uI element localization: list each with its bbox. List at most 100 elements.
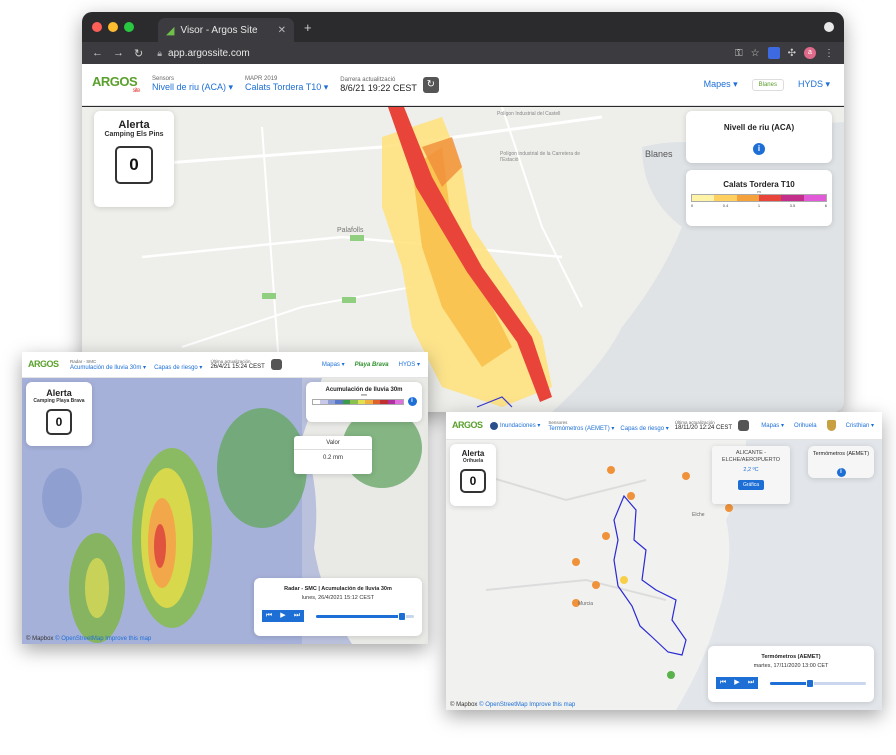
thermo-layers-select[interactable]: Capas de riesgo ▾ bbox=[620, 420, 668, 432]
radar-hyds-menu[interactable]: HYDS ▾ bbox=[399, 361, 420, 368]
radar-player-title: Radar - SMC | Acumulación de lluvia 30m bbox=[284, 586, 392, 592]
radar-time-slider[interactable] bbox=[316, 611, 414, 621]
browser-tab[interactable]: ◢ Visor - Argos Site ✕ bbox=[158, 18, 294, 42]
legend-swatch bbox=[803, 195, 826, 201]
thermo-layer-menu[interactable]: Inundaciones ▾ bbox=[490, 421, 541, 430]
thermo-attrib-osm[interactable]: © OpenStreetMap bbox=[479, 702, 527, 708]
thermo-time-slider[interactable] bbox=[770, 678, 866, 688]
radar-legend-swatch bbox=[365, 399, 373, 404]
thermo-skip-back-icon[interactable]: ⏮ bbox=[716, 677, 730, 689]
thermo-info-wrap: i bbox=[808, 460, 874, 478]
reload-icon[interactable]: ↻ bbox=[134, 47, 143, 60]
alert-count[interactable]: 0 bbox=[115, 146, 153, 184]
thermo-player-panel: Termómetros (AEMET) martes, 17/11/2020 1… bbox=[708, 646, 874, 702]
radar-legend-swatch bbox=[395, 399, 403, 404]
thermo-attribution: © Mapbox © OpenStreetMap Improve this ma… bbox=[450, 702, 575, 708]
thermo-slider-knob[interactable] bbox=[806, 678, 815, 688]
radar-player-controls: ⏮ ▶ ⏭ bbox=[262, 610, 414, 622]
radar-legend-swatch bbox=[327, 399, 335, 404]
skip-forward-icon[interactable]: ⏭ bbox=[290, 610, 304, 622]
radar-slider-knob[interactable] bbox=[398, 611, 407, 621]
legend-color-bar bbox=[691, 194, 827, 202]
puzzle-icon[interactable]: ✣ bbox=[788, 48, 796, 59]
thermo-layer-label: Inundaciones ▾ bbox=[500, 423, 541, 429]
play-icon[interactable]: ▶ bbox=[276, 610, 290, 622]
radar-sensor-value: Acumulación de lluvia 30m ▾ bbox=[70, 364, 147, 371]
thermo-attrib-mapbox[interactable]: © Mapbox bbox=[450, 702, 477, 708]
coat-of-arms-icon bbox=[826, 420, 836, 431]
more-menu-icon[interactable]: ⋮ bbox=[824, 48, 834, 59]
maps-menu[interactable]: Mapes ▾ bbox=[704, 79, 738, 90]
thermo-sensor-panel-title: Termómetros (AEMET) bbox=[812, 451, 870, 457]
thermo-alert-count[interactable]: 0 bbox=[460, 469, 486, 493]
thermo-attrib-improve[interactable]: Improve this map bbox=[529, 702, 575, 708]
thermometer-map[interactable]: Elche Murcia Alerta Orihuela 0 ALICANTE … bbox=[446, 440, 882, 710]
legend-tick: 6 bbox=[824, 203, 827, 208]
key-icon[interactable]: ⚿ bbox=[735, 48, 743, 59]
thermo-skip-forward-icon[interactable]: ⏭ bbox=[744, 677, 758, 689]
thermo-play-icon[interactable]: ▶ bbox=[730, 677, 744, 689]
minimize-window-icon[interactable] bbox=[108, 22, 118, 32]
radar-legend-swatch bbox=[320, 399, 328, 404]
radar-layers-select[interactable]: Capas de riesgo ▾ bbox=[154, 359, 202, 371]
sensor-info-wrap: i bbox=[686, 138, 832, 156]
thermo-maps-menu[interactable]: Mapas ▾ bbox=[761, 422, 784, 429]
skip-back-icon[interactable]: ⏮ bbox=[262, 610, 276, 622]
radar-player-panel: Radar - SMC | Acumulación de lluvia 30m … bbox=[254, 578, 422, 636]
url-text: app.argossite.com bbox=[168, 47, 250, 59]
graph-button[interactable]: Gráfica bbox=[737, 480, 765, 491]
tab-close-icon[interactable]: ✕ bbox=[278, 25, 286, 36]
place-label-poligon-carretera: Polígon industrial de la Carretera de l'… bbox=[500, 151, 581, 163]
client-logo: Blanes bbox=[751, 78, 784, 91]
thermo-refresh-button[interactable] bbox=[738, 420, 750, 431]
legend-tick: 1 bbox=[757, 203, 761, 208]
forward-arrow-icon[interactable]: → bbox=[113, 47, 124, 59]
radar-legend-swatch bbox=[357, 399, 365, 404]
radar-attrib-mapbox[interactable]: © Mapbox bbox=[26, 636, 53, 642]
thermo-player-controls: ⏮ ▶ ⏭ bbox=[716, 677, 866, 689]
radar-alert-location: Camping Playa Brava bbox=[33, 398, 85, 404]
radar-map[interactable]: Alerta Camping Playa Brava 0 Acumulación… bbox=[22, 378, 428, 644]
maximize-window-icon[interactable] bbox=[124, 22, 134, 32]
radar-alert-panel: Alerta Camping Playa Brava 0 bbox=[26, 382, 92, 446]
back-arrow-icon[interactable]: ← bbox=[92, 47, 103, 59]
user-menu[interactable]: Cristhian ▾ bbox=[846, 422, 874, 429]
thermo-info-icon[interactable]: i bbox=[836, 468, 846, 477]
info-icon[interactable]: i bbox=[753, 143, 765, 155]
thermo-layers-value: Capas de riesgo ▾ bbox=[620, 425, 669, 432]
thermo-sensor-select[interactable]: Sensores Termómetros (AEMET) ▾ bbox=[548, 420, 614, 432]
star-icon[interactable]: ☆ bbox=[751, 48, 760, 59]
thermo-player-title: Termómetros (AEMET) bbox=[761, 654, 821, 660]
radar-attribution: © Mapbox © OpenStreetMap Improve this ma… bbox=[26, 636, 151, 642]
place-label-poligon-castell: Polígon Industrial del Castell bbox=[497, 111, 561, 117]
legend-ticks: 0 0.4 1 3.5 6 bbox=[691, 203, 827, 208]
radar-argos-logo: ARGOS bbox=[28, 360, 62, 369]
sensors-select[interactable]: Sensors Nivell de riu (ACA) ▾ bbox=[152, 76, 233, 93]
profile-avatar[interactable]: a bbox=[804, 47, 816, 59]
legend-swatch bbox=[692, 195, 715, 201]
new-tab-button[interactable]: + bbox=[304, 20, 312, 35]
thermo-alert-title: Alerta bbox=[461, 449, 485, 458]
radar-maps-menu[interactable]: Mapas ▾ bbox=[322, 361, 345, 368]
radar-logo-text: ARGOS bbox=[28, 359, 59, 369]
radar-legend-swatch bbox=[342, 399, 350, 404]
station-name: ALICANTE - ELCHE/AEROPUERTO bbox=[721, 450, 781, 464]
radar-refresh-button[interactable] bbox=[270, 359, 282, 370]
legend-title: Calats Tordera T10 bbox=[723, 180, 795, 189]
radar-sensor-select[interactable]: Radar - SMC Acumulación de lluvia 30m ▾ bbox=[70, 359, 146, 371]
browser-menu-icon[interactable] bbox=[824, 22, 834, 32]
refresh-button[interactable]: ↻ bbox=[422, 76, 439, 93]
radar-info-icon[interactable]: i bbox=[407, 397, 417, 406]
thermo-alert-panel: Alerta Orihuela 0 bbox=[450, 444, 496, 506]
radar-alert-count[interactable]: 0 bbox=[46, 409, 72, 435]
header-right: Mapes ▾ Blanes HYDS ▾ bbox=[704, 78, 830, 91]
radar-attrib-osm[interactable]: © OpenStreetMap bbox=[55, 636, 103, 642]
radar-attrib-improve[interactable]: Improve this map bbox=[105, 636, 151, 642]
radar-slider-fill bbox=[316, 614, 403, 618]
map-select[interactable]: MAPR 2019 Calats Tordera T10 ▾ bbox=[245, 76, 328, 93]
radar-legend-swatch bbox=[335, 399, 343, 404]
url-field[interactable]: 🔒︎ app.argossite.com bbox=[157, 48, 250, 59]
close-window-icon[interactable] bbox=[92, 22, 102, 32]
extension-icon[interactable] bbox=[767, 47, 780, 59]
hyds-menu[interactable]: HYDS ▾ bbox=[798, 79, 830, 90]
